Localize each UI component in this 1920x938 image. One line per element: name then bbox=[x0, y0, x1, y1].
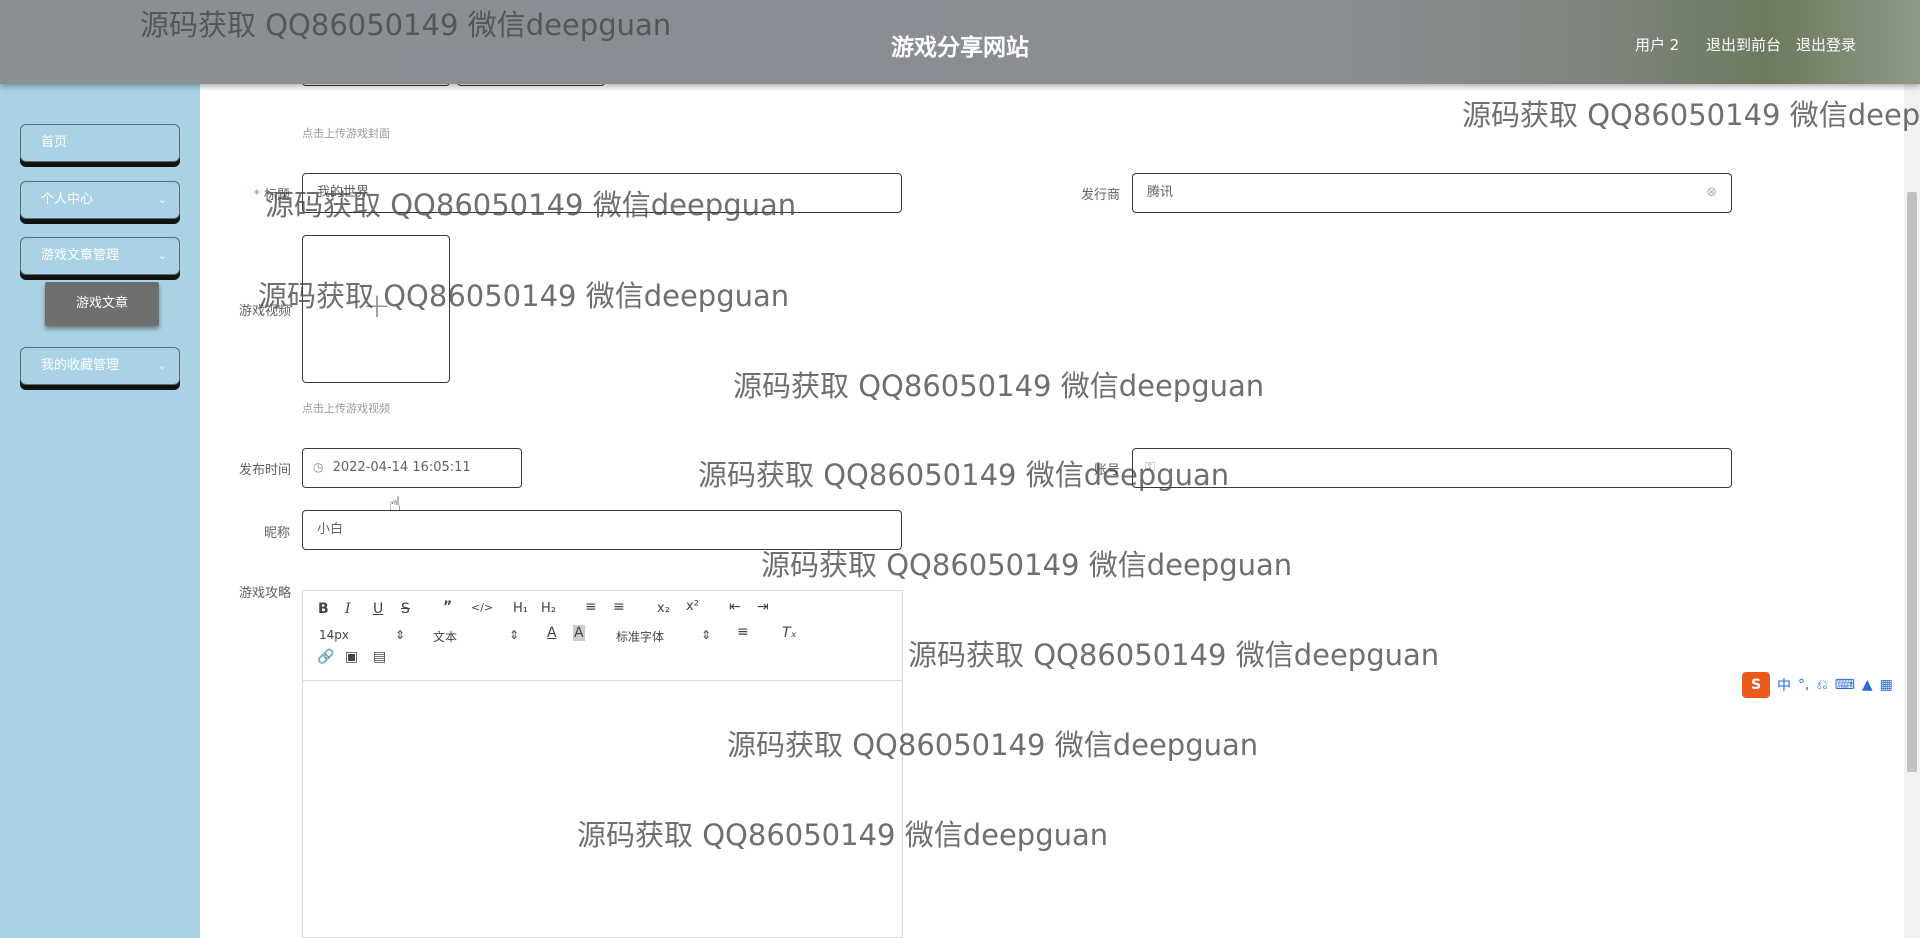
chevron-down-icon: ⌄ bbox=[157, 359, 167, 372]
indent-icon[interactable]: ⇥ bbox=[757, 599, 769, 615]
bullet-list-icon[interactable]: ≡ bbox=[613, 599, 625, 615]
background-color-icon[interactable]: A bbox=[573, 625, 585, 641]
publish-time-value: 2022-04-14 16:05:11 bbox=[332, 460, 471, 475]
hand-cursor-icon: ☝ bbox=[389, 492, 402, 516]
video-icon[interactable]: ▤ bbox=[373, 649, 386, 665]
sidebar-item-label: 我的收藏管理 bbox=[41, 358, 120, 373]
heading-1-icon[interactable]: H₁ bbox=[513, 601, 528, 616]
font-size-select[interactable]: 14px bbox=[319, 628, 349, 642]
underline-icon[interactable]: U bbox=[373, 601, 383, 617]
chevron-down-icon: ⌄ bbox=[157, 193, 167, 206]
italic-icon[interactable]: I bbox=[345, 601, 351, 617]
publisher-label: 发行商 bbox=[1080, 188, 1120, 203]
lock-icon: ⚿ bbox=[1145, 460, 1155, 475]
sidebar-item-home[interactable]: 首页 bbox=[20, 124, 180, 162]
font-family-select[interactable]: 标准字体 bbox=[616, 628, 664, 645]
chevron-updown-icon: ⇕ bbox=[509, 628, 520, 642]
rich-text-editor[interactable]: B I U S ” </> H₁ H₂ ≡ ≡ x₂ x² ⇤ ⇥ 14px ⇕… bbox=[302, 590, 903, 938]
subscript-icon[interactable]: x₂ bbox=[657, 601, 670, 616]
account-label: 账号 bbox=[1093, 463, 1120, 478]
nickname-label: 昵称 bbox=[263, 526, 290, 541]
site-title: 游戏分享网站 bbox=[891, 35, 1029, 61]
font-color-icon[interactable]: A bbox=[547, 625, 557, 641]
chevron-down-icon: ⌄ bbox=[157, 249, 167, 262]
sidebar-item-favorites-management[interactable]: 我的收藏管理 ⌄ bbox=[20, 347, 180, 385]
ime-toolbar[interactable]: S 中 °, ⎌ ⌨ ▲ ▦ bbox=[1742, 670, 1920, 700]
publisher-input[interactable]: 腾讯 ⊗ bbox=[1132, 173, 1732, 213]
skin-icon[interactable]: ▲ bbox=[1862, 677, 1873, 693]
keyboard-icon[interactable]: ⌨ bbox=[1835, 677, 1855, 693]
grid-icon[interactable]: ▦ bbox=[1880, 677, 1893, 693]
watermark-text: 源码获取 QQ86050149 微信deepguan bbox=[1462, 98, 1920, 132]
sidebar-item-label: 首页 bbox=[41, 135, 68, 150]
ordered-list-icon[interactable]: ≡ bbox=[585, 599, 597, 615]
video-upload-box[interactable]: + bbox=[302, 235, 450, 383]
logout-link[interactable]: 退出登录 bbox=[1796, 34, 1856, 55]
link-icon[interactable]: 🔗 bbox=[317, 649, 334, 665]
sidebar-subitem-articles[interactable]: 游戏文章 bbox=[45, 282, 159, 326]
publisher-value: 腾讯 bbox=[1147, 185, 1174, 200]
strategy-label: 游戏攻略 bbox=[238, 586, 291, 601]
cover-upload-hint: 点击上传游戏封面 bbox=[302, 127, 390, 140]
heading-2-icon[interactable]: H₂ bbox=[541, 601, 556, 616]
punctuation-icon[interactable]: °, bbox=[1798, 677, 1809, 693]
required-mark: * bbox=[253, 188, 260, 203]
nickname-input[interactable]: 小白 bbox=[302, 510, 902, 550]
back-to-front-link[interactable]: 退出到前台 bbox=[1706, 34, 1781, 55]
video-label: 游戏视频 bbox=[238, 304, 291, 319]
publish-time-picker[interactable]: ◷ 2022-04-14 16:05:11 bbox=[302, 448, 522, 488]
bold-icon[interactable]: B bbox=[318, 601, 329, 617]
clock-icon: ◷ bbox=[313, 460, 324, 474]
sidebar: 首页 个人中心 ⌄ 游戏文章管理 ⌄ 游戏文章 我的收藏管理 ⌄ bbox=[0, 84, 200, 938]
editor-toolbar: B I U S ” </> H₁ H₂ ≡ ≡ x₂ x² ⇤ ⇥ 14px ⇕… bbox=[303, 591, 902, 681]
blockquote-icon[interactable]: ” bbox=[443, 599, 452, 615]
ime-mode-label[interactable]: 中 bbox=[1777, 675, 1791, 695]
editor-content-area[interactable] bbox=[303, 682, 902, 937]
outdent-icon[interactable]: ⇤ bbox=[729, 599, 741, 615]
sogou-logo-icon: S bbox=[1742, 672, 1770, 698]
clear-format-icon[interactable]: Tₓ bbox=[782, 625, 797, 641]
microphone-icon[interactable]: ⎌ bbox=[1816, 677, 1827, 693]
watermark-text: 源码获取 QQ86050149 微信deepguan bbox=[733, 369, 1265, 403]
top-header: 游戏分享网站 用户 2 退出到前台 退出登录 bbox=[0, 0, 1920, 84]
video-upload-hint: 点击上传游戏视频 bbox=[302, 402, 390, 415]
strikethrough-icon[interactable]: S bbox=[401, 601, 410, 617]
chevron-updown-icon: ⇕ bbox=[701, 628, 712, 642]
align-icon[interactable]: ≡ bbox=[737, 624, 749, 640]
sidebar-item-label: 游戏文章管理 bbox=[41, 248, 120, 263]
block-format-select[interactable]: 文本 bbox=[433, 628, 457, 645]
image-icon[interactable]: ▣ bbox=[345, 649, 358, 665]
publish-time-label: 发布时间 bbox=[238, 463, 291, 478]
sidebar-item-article-management[interactable]: 游戏文章管理 ⌄ bbox=[20, 237, 180, 275]
sidebar-item-personal-center[interactable]: 个人中心 ⌄ bbox=[20, 181, 180, 219]
watermark-text: 源码获取 QQ86050149 微信deepguan bbox=[908, 638, 1440, 672]
chevron-updown-icon: ⇕ bbox=[395, 628, 406, 642]
superscript-icon[interactable]: x² bbox=[686, 599, 699, 614]
clear-icon[interactable]: ⊗ bbox=[1706, 174, 1717, 211]
account-input[interactable]: ⚿ bbox=[1132, 448, 1732, 488]
plus-icon: + bbox=[362, 286, 392, 326]
title-input[interactable]: 我的世界 bbox=[302, 173, 902, 213]
current-user-label: 用户 2 bbox=[1635, 36, 1680, 54]
title-label: * 标题 bbox=[253, 188, 290, 203]
sidebar-item-label: 个人中心 bbox=[41, 192, 94, 207]
code-block-icon[interactable]: </> bbox=[471, 601, 493, 614]
